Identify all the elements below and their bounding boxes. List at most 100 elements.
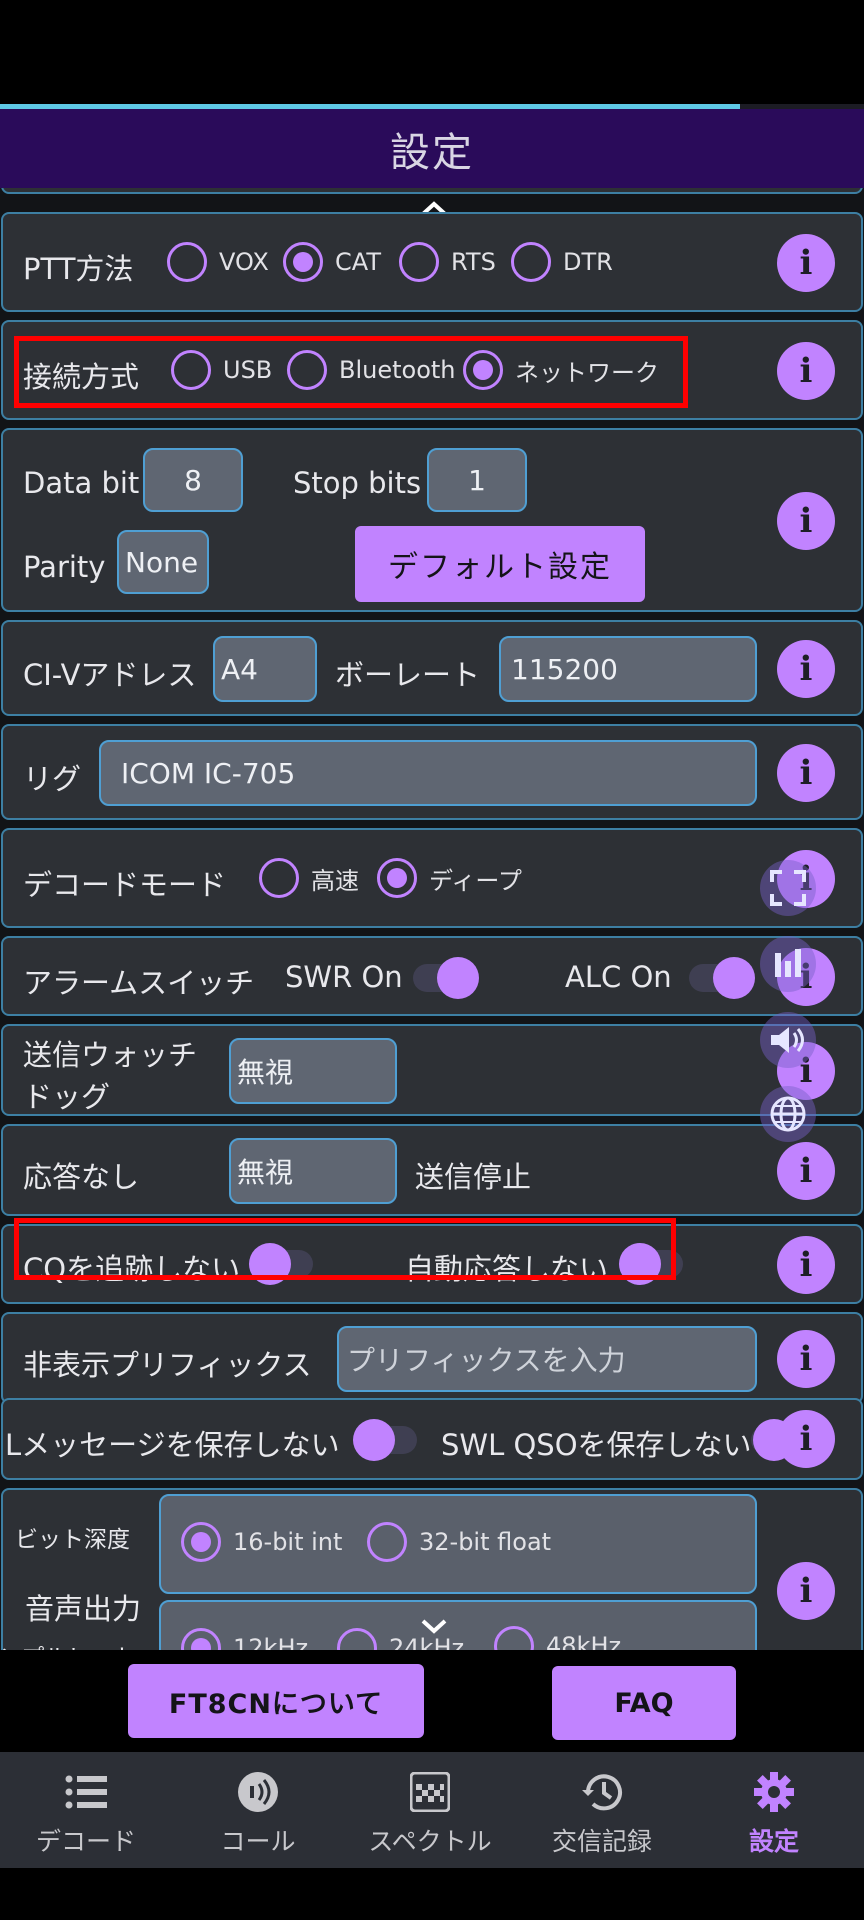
info-icon[interactable]: i [777,1236,835,1294]
tx-watchdog-label-2: ドッグ [23,1080,111,1114]
radio-fast[interactable] [259,858,299,898]
no-response-select[interactable]: 無視 [229,1138,397,1204]
list-icon [64,1772,108,1812]
info-icon[interactable]: i [777,1330,835,1388]
tx-watchdog-label-1: 送信ウォッチ [23,1038,198,1072]
fullscreen-icon[interactable] [760,860,816,916]
globe-icon[interactable] [760,1086,816,1142]
stop-bits-label: Stop bits [293,466,422,500]
decode-option-deep[interactable]: ディープ [377,858,522,898]
info-icon[interactable]: i [777,1562,835,1620]
ptt-option-dtr[interactable]: DTR [511,242,613,282]
info-icon[interactable]: i [777,342,835,400]
footer-bar: FT8CNについて FAQ [0,1650,864,1752]
stop-bits-input[interactable]: 1 [427,448,527,512]
ptt-option-rts[interactable]: RTS [399,242,496,282]
info-icon[interactable]: i [777,640,835,698]
ptt-option-cat[interactable]: CAT [283,242,381,282]
no-save-message-toggle[interactable] [353,1419,417,1461]
data-bit-input[interactable]: 8 [143,448,243,512]
faq-button[interactable]: FAQ [552,1666,736,1740]
info-icon[interactable]: i [777,1410,835,1468]
nav-label: スペクトル [368,1827,492,1856]
alc-label: ALC On [565,960,672,994]
rig-label: リグ [23,762,82,796]
no-save-qso-label: SWL QSOを保存しない [441,1428,752,1462]
nav-call[interactable]: コール [172,1752,344,1868]
nav-log[interactable]: 交信記録 [516,1752,688,1868]
radio-deep[interactable] [377,858,417,898]
nav-label: デコード [35,1827,136,1856]
parity-input[interactable]: None [117,530,209,594]
bit-depth-option-16[interactable]: 16-bit int [181,1522,342,1562]
rig-select[interactable]: ICOM IC-705 [99,740,757,806]
nav-decode[interactable]: デコード [0,1752,172,1868]
swr-toggle-knob [437,957,479,999]
decode-mode-row: デコードモード 高速 ディープ i [1,828,863,928]
no-save-message-label: Lメッセージを保存しない [5,1428,340,1462]
audio-output-label: 音声出力 [25,1592,142,1626]
highlight-box [14,1218,676,1280]
nav-spectrum[interactable]: スペクトル [344,1752,516,1868]
radio-vox[interactable] [167,242,207,282]
alarm-switch-row: アラームスイッチ SWR On ALC On i [1,936,863,1016]
civ-address-label: CI-Vアドレス [23,658,197,692]
no-response-label: 応答なし [23,1160,140,1194]
tx-watchdog-select[interactable]: 無視 [229,1038,397,1104]
ptt-option-vox[interactable]: VOX [167,242,269,282]
alarm-switch-label: アラームスイッチ [23,966,255,1000]
settings-scroll-area[interactable]: PTT方法 VOX CAT RTS DTR i 接続方式 USB Bluetoo… [0,188,864,1650]
decode-mode-label: デコードモード [23,868,227,902]
bit-depth-option-32[interactable]: 32-bit float [367,1522,551,1562]
page-title: 設定 [390,129,474,176]
hide-prefix-row: 非表示プリフィックス プリフィックスを入力 i [1,1312,863,1404]
default-settings-button[interactable]: デフォルト設定 [355,526,645,602]
nav-label: 交信記録 [551,1827,652,1856]
radio-dtr[interactable] [511,242,551,282]
sample-rate-option-48[interactable]: 48kHz [494,1626,621,1650]
tx-watchdog-row: 送信ウォッチ ドッグ 無視 i [1,1024,863,1116]
swr-toggle[interactable] [413,957,479,999]
alc-toggle[interactable] [689,957,755,999]
info-icon[interactable]: i [777,234,835,292]
serial-params-row: Data bit 8 Stop bits 1 Parity None デフォルト… [1,428,863,612]
radio-12khz[interactable] [181,1628,221,1650]
settings-card-partial [1,188,863,194]
stop-tx-label: 送信停止 [415,1160,532,1194]
chevron-down-icon[interactable] [420,1618,448,1634]
sample-rate-option-12[interactable]: 12kHz [181,1628,308,1650]
hide-prefix-input[interactable]: プリフィックスを入力 [337,1326,757,1392]
bit-depth-label: ビット深度 [15,1527,130,1553]
bar-chart-icon[interactable] [760,936,816,992]
speaker-icon[interactable] [760,1012,816,1068]
decode-option-fast[interactable]: 高速 [259,858,359,898]
radio-32bit[interactable] [367,1522,407,1562]
about-ft8cn-button[interactable]: FT8CNについて [128,1664,424,1738]
radio-rts[interactable] [399,242,439,282]
radio-16bit[interactable] [181,1522,221,1562]
gear-icon [752,1772,796,1812]
spectrum-icon [408,1772,452,1812]
baud-rate-input[interactable]: 115200 [499,636,757,702]
no-save-message-knob [353,1419,395,1461]
nav-label: コール [220,1827,296,1856]
info-icon[interactable]: i [777,1142,835,1200]
radio-48khz[interactable] [494,1626,534,1650]
nav-label: 設定 [748,1827,799,1856]
radio-24khz[interactable] [337,1628,377,1650]
civ-address-input[interactable]: A4 [213,636,317,702]
info-icon[interactable]: i [777,492,835,550]
civ-row: CI-Vアドレス A4 ボーレート 115200 i [1,620,863,716]
swl-options-row: Lメッセージを保存しない SWL QSOを保存しない i [1,1398,863,1480]
title-bar: 設定 [0,109,864,188]
ptt-method-row: PTT方法 VOX CAT RTS DTR i [1,212,863,312]
status-bar [0,0,864,106]
nav-settings[interactable]: 設定 [688,1752,860,1868]
highlight-box [14,336,688,408]
radio-cat[interactable] [283,242,323,282]
history-icon [580,1772,624,1812]
hide-prefix-label: 非表示プリフィックス [23,1348,312,1382]
info-icon[interactable]: i [777,744,835,802]
data-bit-label: Data bit [23,466,140,500]
rig-row: リグ ICOM IC-705 i [1,724,863,820]
